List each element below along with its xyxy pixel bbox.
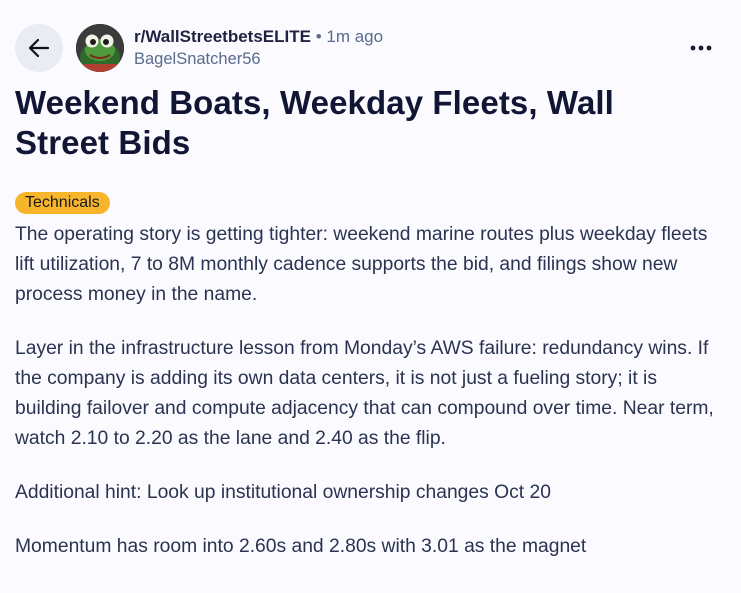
- meta-separator: •: [315, 27, 322, 46]
- post-detail-page: r/WallStreetbetsELITE • 1m ago BagelSnat…: [0, 0, 741, 593]
- meta-line: r/WallStreetbetsELITE • 1m ago: [134, 26, 383, 48]
- flair-badge[interactable]: Technicals: [15, 192, 110, 214]
- post-body: The operating story is getting tighter: …: [15, 220, 727, 586]
- post-meta: r/WallStreetbetsELITE • 1m ago BagelSnat…: [134, 26, 383, 70]
- post-title: Weekend Boats, Weekday Fleets, Wall Stre…: [15, 84, 614, 161]
- post-header: r/WallStreetbetsELITE • 1m ago BagelSnat…: [15, 24, 726, 74]
- subreddit-link[interactable]: r/WallStreetbetsELITE: [134, 27, 311, 46]
- frog-avatar-icon: [76, 24, 124, 72]
- more-options-button[interactable]: [688, 38, 714, 58]
- body-paragraph: Momentum has room into 2.60s and 2.80s w…: [15, 536, 587, 557]
- body-paragraph: The operating story is getting tighter: …: [15, 224, 708, 305]
- back-arrow-icon: [28, 38, 50, 58]
- post-time: 1m ago: [326, 27, 384, 46]
- body-paragraph: Layer in the infrastructure lesson from …: [15, 338, 714, 449]
- more-options-icon: [690, 45, 712, 51]
- back-button[interactable]: [15, 24, 63, 72]
- body-paragraph: Additional hint: Look up institutional o…: [15, 482, 551, 503]
- author-link[interactable]: BagelSnatcher56: [134, 48, 383, 70]
- avatar[interactable]: [76, 24, 124, 72]
